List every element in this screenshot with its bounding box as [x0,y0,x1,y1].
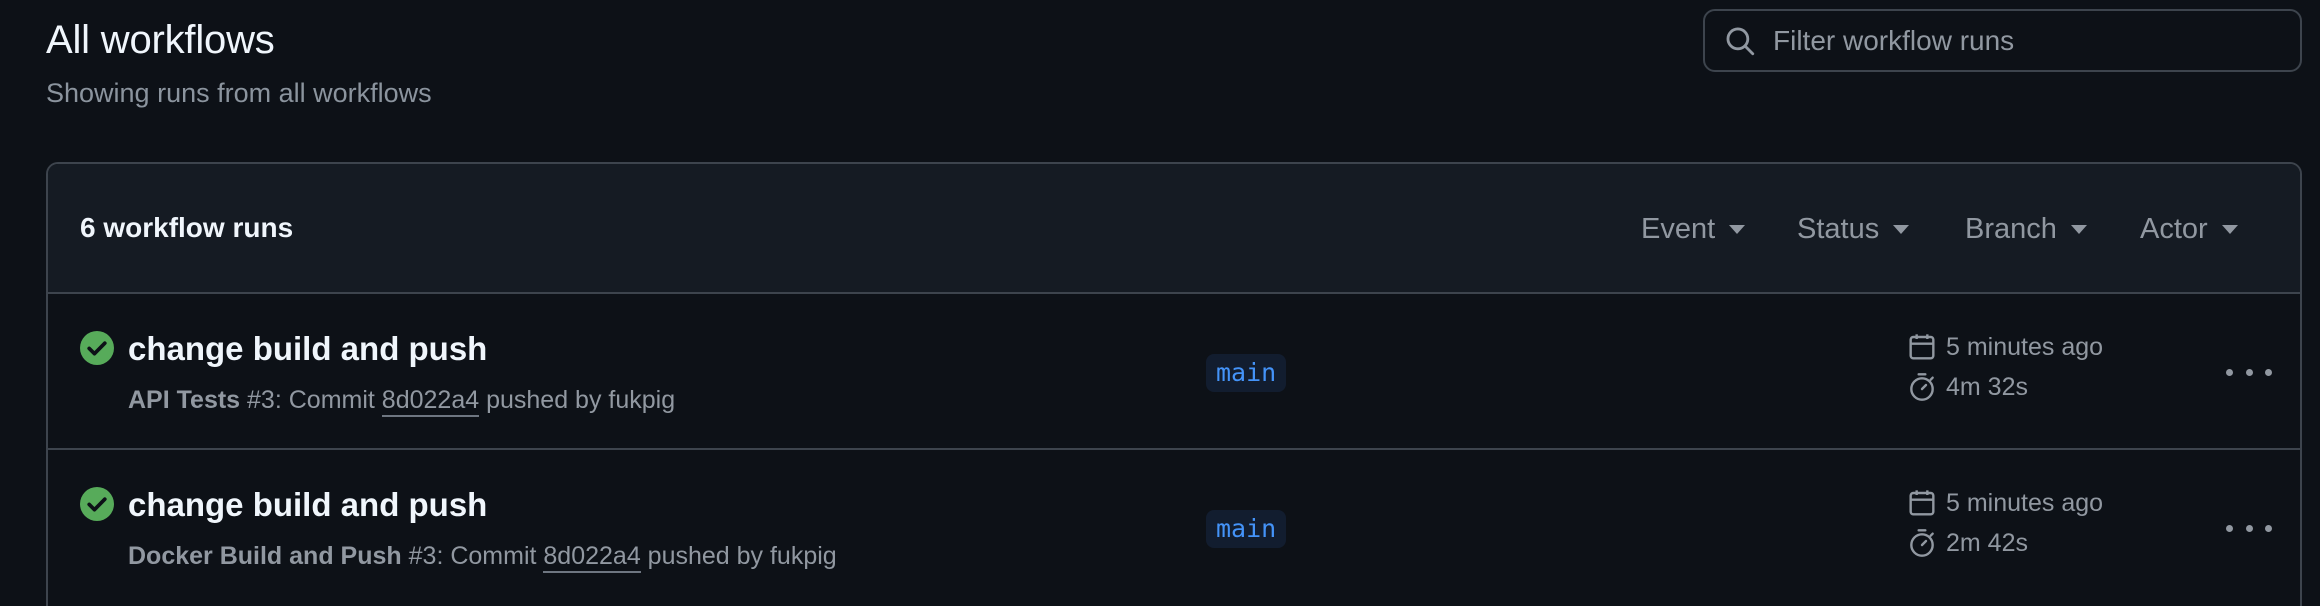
actor-filter-label: Actor [2140,213,2208,245]
page-subtitle: Showing runs from all workflows [46,78,432,108]
workflow-name: Docker Build and Push [128,542,402,570]
event-filter-label: Event [1641,213,1716,245]
stopwatch-icon [1910,529,1934,557]
commit-sha-link[interactable]: 8d022a4 [381,386,480,417]
duration-text: 4m 32s [1946,372,2028,401]
kebab-dot [2245,524,2253,532]
kebab-dot [2265,368,2272,376]
caret-down-icon [1893,225,1910,234]
filter-workflow-runs-input[interactable] [1773,24,2293,57]
more-options-button[interactable] [2226,360,2272,384]
event-filter-button[interactable]: Event [1641,213,1746,246]
runs-count: 6 workflow runs [80,212,294,243]
workflow-run-row[interactable]: change build and push API Tests #3: Comm… [48,294,2300,450]
run-number: #3 [247,386,275,414]
success-check-icon [80,487,114,521]
caret-down-icon [2221,225,2238,234]
time-ago-text: 5 minutes ago [1946,332,2104,361]
pushed-by-text: pushed by fukpig [486,386,676,414]
search-icon [1726,27,1755,55]
branch-badge[interactable]: main [1206,510,1287,548]
caret-down-icon [2070,225,2087,234]
commit-prefix: : Commit [274,386,375,414]
time-ago-text: 5 minutes ago [1946,488,2104,517]
commit-sha-link[interactable]: 8d022a4 [543,542,641,573]
pushed-by-text: pushed by fukpig [647,542,837,570]
stopwatch-icon [1910,373,1934,401]
run-time-ago: 5 minutes ago [1906,331,2103,363]
workflow-run-row[interactable]: change build and push Docker Build and P… [48,450,2300,606]
duration-text: 2m 42s [1946,528,2028,557]
run-duration: 2m 42s [1906,527,2028,559]
kebab-dot [2265,524,2272,532]
run-title-link[interactable]: change build and push [128,330,487,368]
run-duration: 4m 32s [1906,371,2028,403]
status-filter-label: Status [1797,213,1880,245]
calendar-icon [1909,334,1935,360]
calendar-icon [1909,490,1935,516]
commit-prefix: : Commit [436,542,537,570]
branch-filter-label: Branch [1965,213,2057,245]
branch-filter-button[interactable]: Branch [1965,213,2087,246]
success-check-icon [80,331,114,365]
filter-search-box[interactable] [1703,9,2302,72]
runs-list-header: 6 workflow runs [48,164,2300,294]
actor-filter-button[interactable]: Actor [2140,213,2238,246]
run-title-link[interactable]: change build and push [128,486,487,524]
page-title: All workflows [46,18,275,62]
caret-down-icon [1729,225,1746,234]
run-meta: API Tests #3: Commit 8d022a4 pushed by f… [128,386,676,417]
kebab-dot [2245,368,2253,376]
kebab-dot [2226,368,2233,376]
run-time-ago: 5 minutes ago [1906,487,2103,519]
more-options-button[interactable] [2226,516,2272,540]
status-filter-button[interactable]: Status [1797,213,1910,246]
run-meta: Docker Build and Push #3: Commit 8d022a4… [128,542,837,573]
branch-badge[interactable]: main [1206,354,1287,392]
kebab-dot [2226,524,2233,532]
workflow-name: API Tests [128,386,241,414]
run-number: #3 [408,542,437,570]
